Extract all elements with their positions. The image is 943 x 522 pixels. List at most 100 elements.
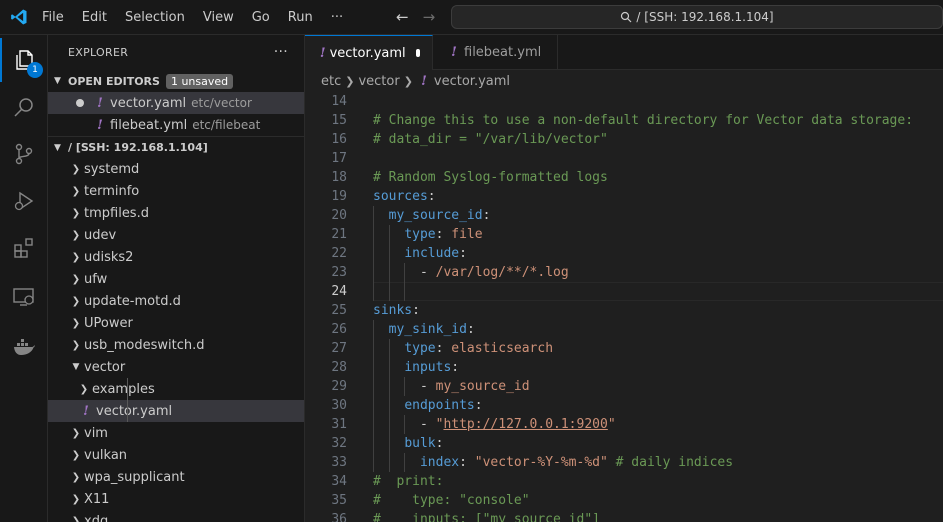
line-number: 17 (331, 151, 347, 166)
code-editor[interactable]: 14 15 # Change this to use a non-default d… (305, 92, 943, 522)
menu-go[interactable]: Go (243, 10, 279, 25)
line-number: 35 (331, 493, 347, 508)
run-debug-icon (14, 191, 34, 211)
tree-folder[interactable]: ❯ systemd (48, 158, 304, 180)
unsaved-dot-icon[interactable] (76, 99, 84, 107)
code-line[interactable]: 24 (305, 282, 943, 301)
line-number: 20 (331, 208, 347, 223)
remote-explorer-activity[interactable] (0, 275, 48, 319)
remote-explorer-icon (13, 288, 34, 306)
code-line[interactable]: 22 include: (305, 244, 943, 263)
editor-area: ! vector.yaml ! filebeat.yml etc ❯ vecto… (305, 35, 943, 522)
code-token: include (404, 246, 460, 261)
code-token: endpoints (404, 398, 475, 413)
code-line[interactable]: 21 type: file (305, 225, 943, 244)
tree-folder[interactable]: ❯ tmpfiles.d (48, 202, 304, 224)
back-arrow-icon[interactable]: ← (396, 9, 409, 25)
breadcrumb-file[interactable]: vector.yaml (434, 74, 510, 89)
tree-file-vector-yaml[interactable]: ! vector.yaml (48, 400, 304, 422)
open-editor-vector-yaml[interactable]: ! vector.yaml etc/vector (48, 92, 304, 114)
code-text: inputs: (373, 358, 459, 377)
search-activity[interactable] (0, 85, 48, 129)
breadcrumb-vector[interactable]: vector (358, 74, 399, 89)
line-number: 18 (331, 170, 347, 185)
code-line[interactable]: 25 sinks: (305, 301, 943, 320)
tree-folder[interactable]: ❯ usb_modeswitch.d (48, 334, 304, 356)
tab-filebeat-yml[interactable]: ! filebeat.yml (433, 35, 558, 70)
folder-section[interactable]: ▼ / [SSH: 192.168.1.104] (48, 136, 304, 158)
tree-label: vim (84, 425, 108, 441)
code-line[interactable]: 36 # inputs: ["my_source_id"] (305, 510, 943, 522)
code-token: : (412, 303, 420, 318)
explorer-activity[interactable]: 1 (0, 38, 48, 82)
line-number: 25 (331, 303, 347, 318)
chevron-right-icon: ❯ (71, 229, 81, 241)
line-number: 21 (331, 227, 347, 242)
tree-label: ufw (84, 271, 108, 287)
code-line[interactable]: 35 # type: "console" (305, 491, 943, 510)
tree-folder[interactable]: ❯ vulkan (48, 444, 304, 466)
menu-selection[interactable]: Selection (116, 10, 194, 25)
tree-folder[interactable]: ❯ wpa_supplicant (48, 466, 304, 488)
code-line[interactable]: 27 type: elasticsearch (305, 339, 943, 358)
code-line[interactable]: 16 # data_dir = "/var/lib/vector" (305, 130, 943, 149)
tree-folder-vector[interactable]: ▼ vector (48, 356, 304, 378)
line-number: 22 (331, 246, 347, 261)
code-token: elasticsearch (451, 341, 554, 356)
open-editors-section[interactable]: ▼ OPEN EDITORS 1 unsaved (48, 70, 304, 92)
extensions-activity[interactable] (0, 226, 48, 270)
code-line[interactable]: 29 - my_source_id (305, 377, 943, 396)
menu-file[interactable]: File (33, 10, 73, 25)
docker-activity[interactable] (0, 325, 48, 369)
code-line[interactable]: 14 (305, 92, 943, 111)
tree-folder[interactable]: ❯ X11 (48, 488, 304, 510)
menu-view[interactable]: View (194, 10, 243, 25)
menu-more[interactable]: ··· (322, 10, 352, 25)
code-line[interactable]: 28 inputs: (305, 358, 943, 377)
code-token: - (373, 265, 436, 280)
code-token: : (474, 398, 483, 413)
code-line[interactable]: 32 bulk: (305, 434, 943, 453)
line-number: 23 (331, 265, 347, 280)
code-line[interactable]: 26 my_sink_id: (305, 320, 943, 339)
tree-label: vector.yaml (96, 403, 173, 419)
tree-folder[interactable]: ❯ terminfo (48, 180, 304, 202)
code-line[interactable]: 18 # Random Syslog-formatted logs (305, 168, 943, 187)
menu-run[interactable]: Run (279, 10, 322, 25)
chevron-right-icon: ❯ (71, 273, 81, 285)
code-line[interactable]: 20 my_source_id: (305, 206, 943, 225)
tree-folder[interactable]: ❯ UPower (48, 312, 304, 334)
line-number: 31 (331, 417, 347, 432)
source-control-activity[interactable] (0, 132, 48, 176)
tree-folder[interactable]: ❯ udisks2 (48, 246, 304, 268)
code-line[interactable]: 15 # Change this to use a non-default dir… (305, 111, 943, 130)
tree-folder[interactable]: ❯ update-motd.d (48, 290, 304, 312)
tree-folder[interactable]: ❯ xdg (48, 510, 304, 522)
chevron-right-icon: ❯ (71, 207, 81, 219)
code-line[interactable]: 31 - "http://127.0.0.1:9200" (305, 415, 943, 434)
run-debug-activity[interactable] (0, 179, 48, 223)
code-line[interactable]: 34 # print: (305, 472, 943, 491)
code-line[interactable]: 17 (305, 149, 943, 168)
code-token: # inputs: ["my_source_id"] (373, 512, 600, 522)
menu-edit[interactable]: Edit (73, 10, 116, 25)
tab-vector-yaml[interactable]: ! vector.yaml (305, 35, 433, 70)
code-line[interactable]: 19 sources: (305, 187, 943, 206)
code-text: # Random Syslog-formatted logs (373, 168, 608, 187)
code-line[interactable]: 23 - /var/log/**/*.log (305, 263, 943, 282)
more-actions-icon[interactable]: ··· (274, 44, 288, 60)
code-line[interactable]: 33 index: "vector-%Y-%m-%d" # daily indi… (305, 453, 943, 472)
tree-folder[interactable]: ❯ examples (48, 378, 304, 400)
code-line[interactable]: 30 endpoints: (305, 396, 943, 415)
command-center[interactable]: / [SSH: 192.168.1.104] (451, 5, 943, 29)
open-editor-filebeat-yml[interactable]: ! filebeat.yml etc/filebeat (48, 114, 304, 136)
breadcrumb-etc[interactable]: etc (321, 74, 341, 89)
forward-arrow-icon[interactable]: → (423, 9, 436, 25)
tree-folder[interactable]: ❯ udev (48, 224, 304, 246)
tree-folder[interactable]: ❯ vim (48, 422, 304, 444)
modified-dot-icon[interactable] (415, 49, 420, 57)
tree-folder[interactable]: ❯ ufw (48, 268, 304, 290)
